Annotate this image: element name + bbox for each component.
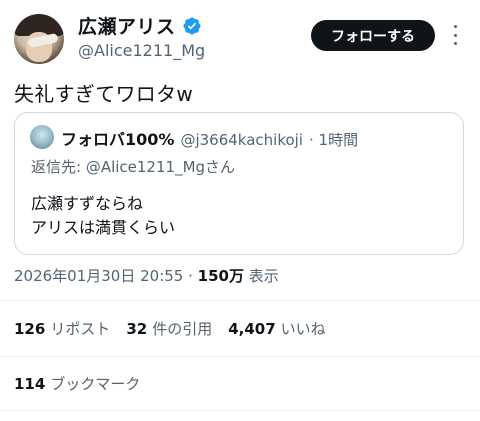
follow-button[interactable]: フォローする [311, 20, 435, 51]
reposts-count: 126 [14, 320, 46, 338]
quoted-author-avatar [30, 125, 54, 149]
author-avatar[interactable] [14, 14, 64, 64]
verified-badge-icon [182, 16, 201, 35]
tweet-meta: 2026年01月30日 20:55 · 150万 表示 [14, 265, 279, 286]
author-name[interactable]: 広瀬アリス [78, 12, 176, 39]
quotes-label: 件の引用 [152, 320, 213, 338]
divider [0, 300, 480, 301]
quoted-text: 広瀬すずならね アリスは満貫くらい [31, 192, 175, 240]
reposts-stat[interactable]: 126 リポスト [14, 318, 110, 339]
divider [0, 410, 480, 411]
views-count: 150万 [197, 267, 244, 285]
bookmarks-stat[interactable]: 114 ブックマーク [14, 373, 140, 394]
quoted-tweet[interactable]: フォロバ100% @j3664kachikoji · 1時間 返信先: @Ali… [14, 112, 464, 255]
tweet-text: 失礼すぎてワロタw [14, 82, 194, 106]
quotes-stat[interactable]: 32 件の引用 [126, 318, 212, 339]
quoted-header: フォロバ100% @j3664kachikoji · 1時間 [61, 126, 358, 150]
likes-label: いいね [280, 320, 326, 338]
more-vertical-icon[interactable] [451, 25, 459, 45]
views-label: 表示 [248, 267, 279, 285]
quoted-text-line: 広瀬すずならね [31, 194, 144, 213]
engagement-stats: 126 リポスト 32 件の引用 4,407 いいね [14, 318, 326, 339]
likes-count: 4,407 [228, 320, 276, 338]
quoted-time: · 1時間 [308, 131, 359, 149]
author-name-row[interactable]: 広瀬アリス [78, 12, 202, 39]
author-handle[interactable]: @Alice1211_Mg [78, 41, 205, 60]
quoted-author-handle: @j3664kachikoji [180, 131, 303, 149]
timestamp[interactable]: 2026年01月30日 20:55 · [14, 267, 193, 285]
bookmarks-count: 114 [14, 375, 46, 393]
divider [0, 356, 480, 357]
bookmarks-label: ブックマーク [50, 375, 141, 393]
reposts-label: リポスト [50, 320, 111, 338]
quotes-count: 32 [126, 320, 148, 338]
quoted-author-name: フォロバ100% [61, 130, 175, 149]
likes-stat[interactable]: 4,407 いいね [228, 318, 325, 339]
quoted-reply-to: 返信先: @Alice1211_Mgさん [31, 158, 236, 176]
quoted-text-line: アリスは満貫くらい [31, 218, 176, 237]
